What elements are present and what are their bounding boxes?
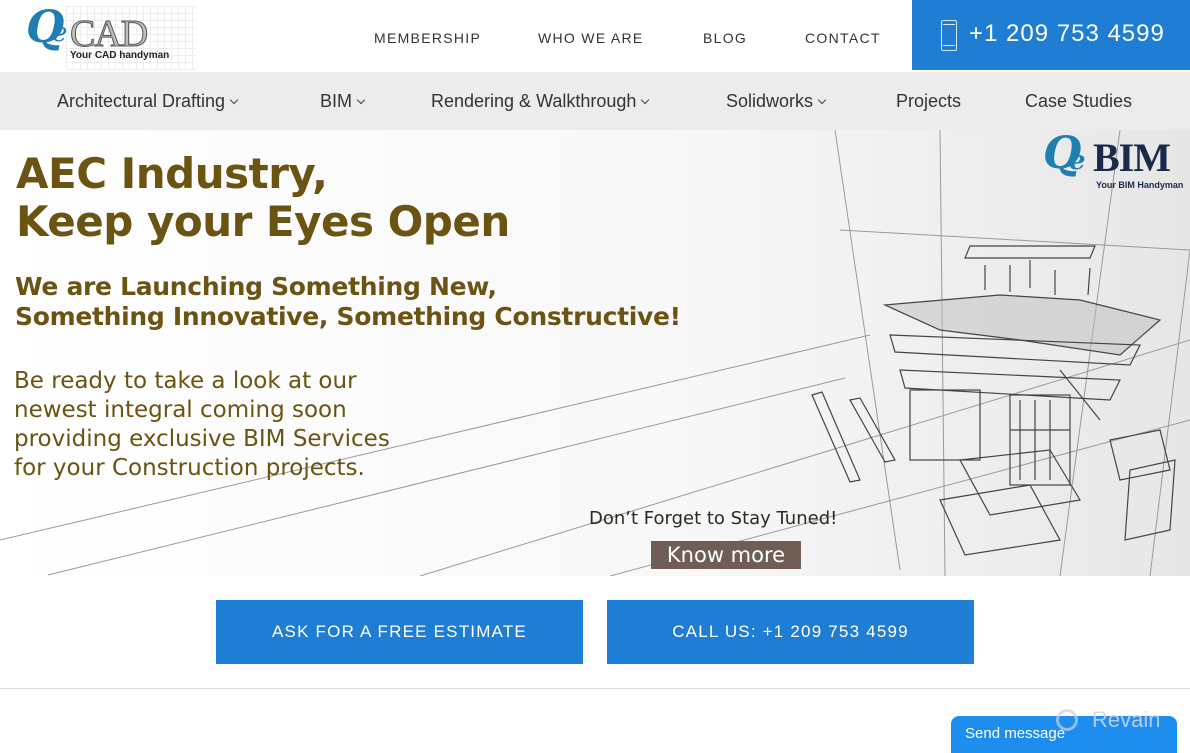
chevron-down-icon xyxy=(356,95,366,105)
hero-body-line: Be ready to take a look at our xyxy=(14,368,357,394)
logo-tagline: Your CAD handyman xyxy=(70,50,170,61)
revain-watermark-text: Revain xyxy=(1092,707,1161,733)
hero-subheadline: We are Launching Something New, Somethin… xyxy=(15,272,681,332)
phone-cta[interactable]: +1 209 753 4599 xyxy=(912,0,1190,70)
subnav-item-label: Rendering & Walkthrough xyxy=(431,91,637,111)
section-divider xyxy=(0,688,1190,689)
send-message-label: Send message xyxy=(965,725,1066,742)
subnav-item-label: Projects xyxy=(896,91,962,111)
hero-body-text: Be ready to take a look at our newest in… xyxy=(14,367,390,483)
subnav-item-label: BIM xyxy=(320,91,353,111)
nav-contact[interactable]: CONTACT xyxy=(805,30,881,46)
subnav-item-rendering-walkthrough[interactable]: Rendering & Walkthrough xyxy=(431,91,650,112)
hero-body-line: newest integral coming soon xyxy=(14,397,347,423)
subnav-item-label: Solidworks xyxy=(726,91,814,111)
subnav-item-label: Case Studies xyxy=(1025,91,1133,111)
call-us-button[interactable]: CALL US: +1 209 753 4599 xyxy=(607,600,974,664)
hero-headline-line: Keep your Eyes Open xyxy=(16,197,510,246)
logo-mark-e: e xyxy=(52,18,68,48)
qebim-logo: Q e BIM Your BIM Handyman xyxy=(1043,130,1185,194)
chevron-down-icon xyxy=(817,95,827,105)
stay-tuned-text: Don’t Forget to Stay Tuned! xyxy=(589,508,838,529)
hero-subheadline-line: We are Launching Something New, xyxy=(15,272,497,301)
hero-headline-line: AEC Industry, xyxy=(16,149,328,198)
phone-number: +1 209 753 4599 xyxy=(969,20,1165,47)
smartphone-icon xyxy=(941,20,957,51)
nav-blog[interactable]: BLOG xyxy=(703,30,747,46)
services-nav: Architectural Drafting BIM Rendering & W… xyxy=(0,72,1190,130)
revain-watermark: Revain xyxy=(1056,706,1160,733)
bim-logo-tagline: Your BIM Handyman xyxy=(1096,180,1184,190)
qecad-logo[interactable]: Q e CAD Your CAD handyman xyxy=(26,2,196,70)
hero-body-line: for your Construction projects. xyxy=(14,455,365,481)
revain-logo-icon xyxy=(1056,709,1078,732)
chevron-down-icon xyxy=(641,95,650,105)
nav-who-we-are[interactable]: WHO WE ARE xyxy=(538,30,644,46)
hero-subheadline-line: Something Innovative, Something Construc… xyxy=(15,302,681,331)
top-header: Q e CAD Your CAD handyman MEMBERSHIP WHO… xyxy=(0,0,1190,72)
subnav-item-case-studies[interactable]: Case Studies xyxy=(1025,91,1132,112)
know-more-button[interactable]: Know more xyxy=(651,541,801,569)
subnav-item-projects[interactable]: Projects xyxy=(896,91,961,112)
free-estimate-button[interactable]: ASK FOR A FREE ESTIMATE xyxy=(216,600,583,664)
nav-membership[interactable]: MEMBERSHIP xyxy=(374,30,481,46)
hero-body-line: providing exclusive BIM Services xyxy=(14,426,390,452)
chevron-down-icon xyxy=(229,95,239,105)
hero-banner[interactable]: AEC Industry, Keep your Eyes Open We are… xyxy=(0,130,1190,576)
subnav-item-bim[interactable]: BIM xyxy=(320,91,366,112)
subnav-item-solidworks[interactable]: Solidworks xyxy=(726,91,827,112)
subnav-item-architectural-drafting[interactable]: Architectural Drafting xyxy=(57,91,239,112)
bim-logo-mark-e: e xyxy=(1069,146,1086,176)
hero-headline: AEC Industry, Keep your Eyes Open xyxy=(16,150,510,246)
bim-logo-name: BIM xyxy=(1093,135,1171,180)
subnav-item-label: Architectural Drafting xyxy=(57,91,226,111)
